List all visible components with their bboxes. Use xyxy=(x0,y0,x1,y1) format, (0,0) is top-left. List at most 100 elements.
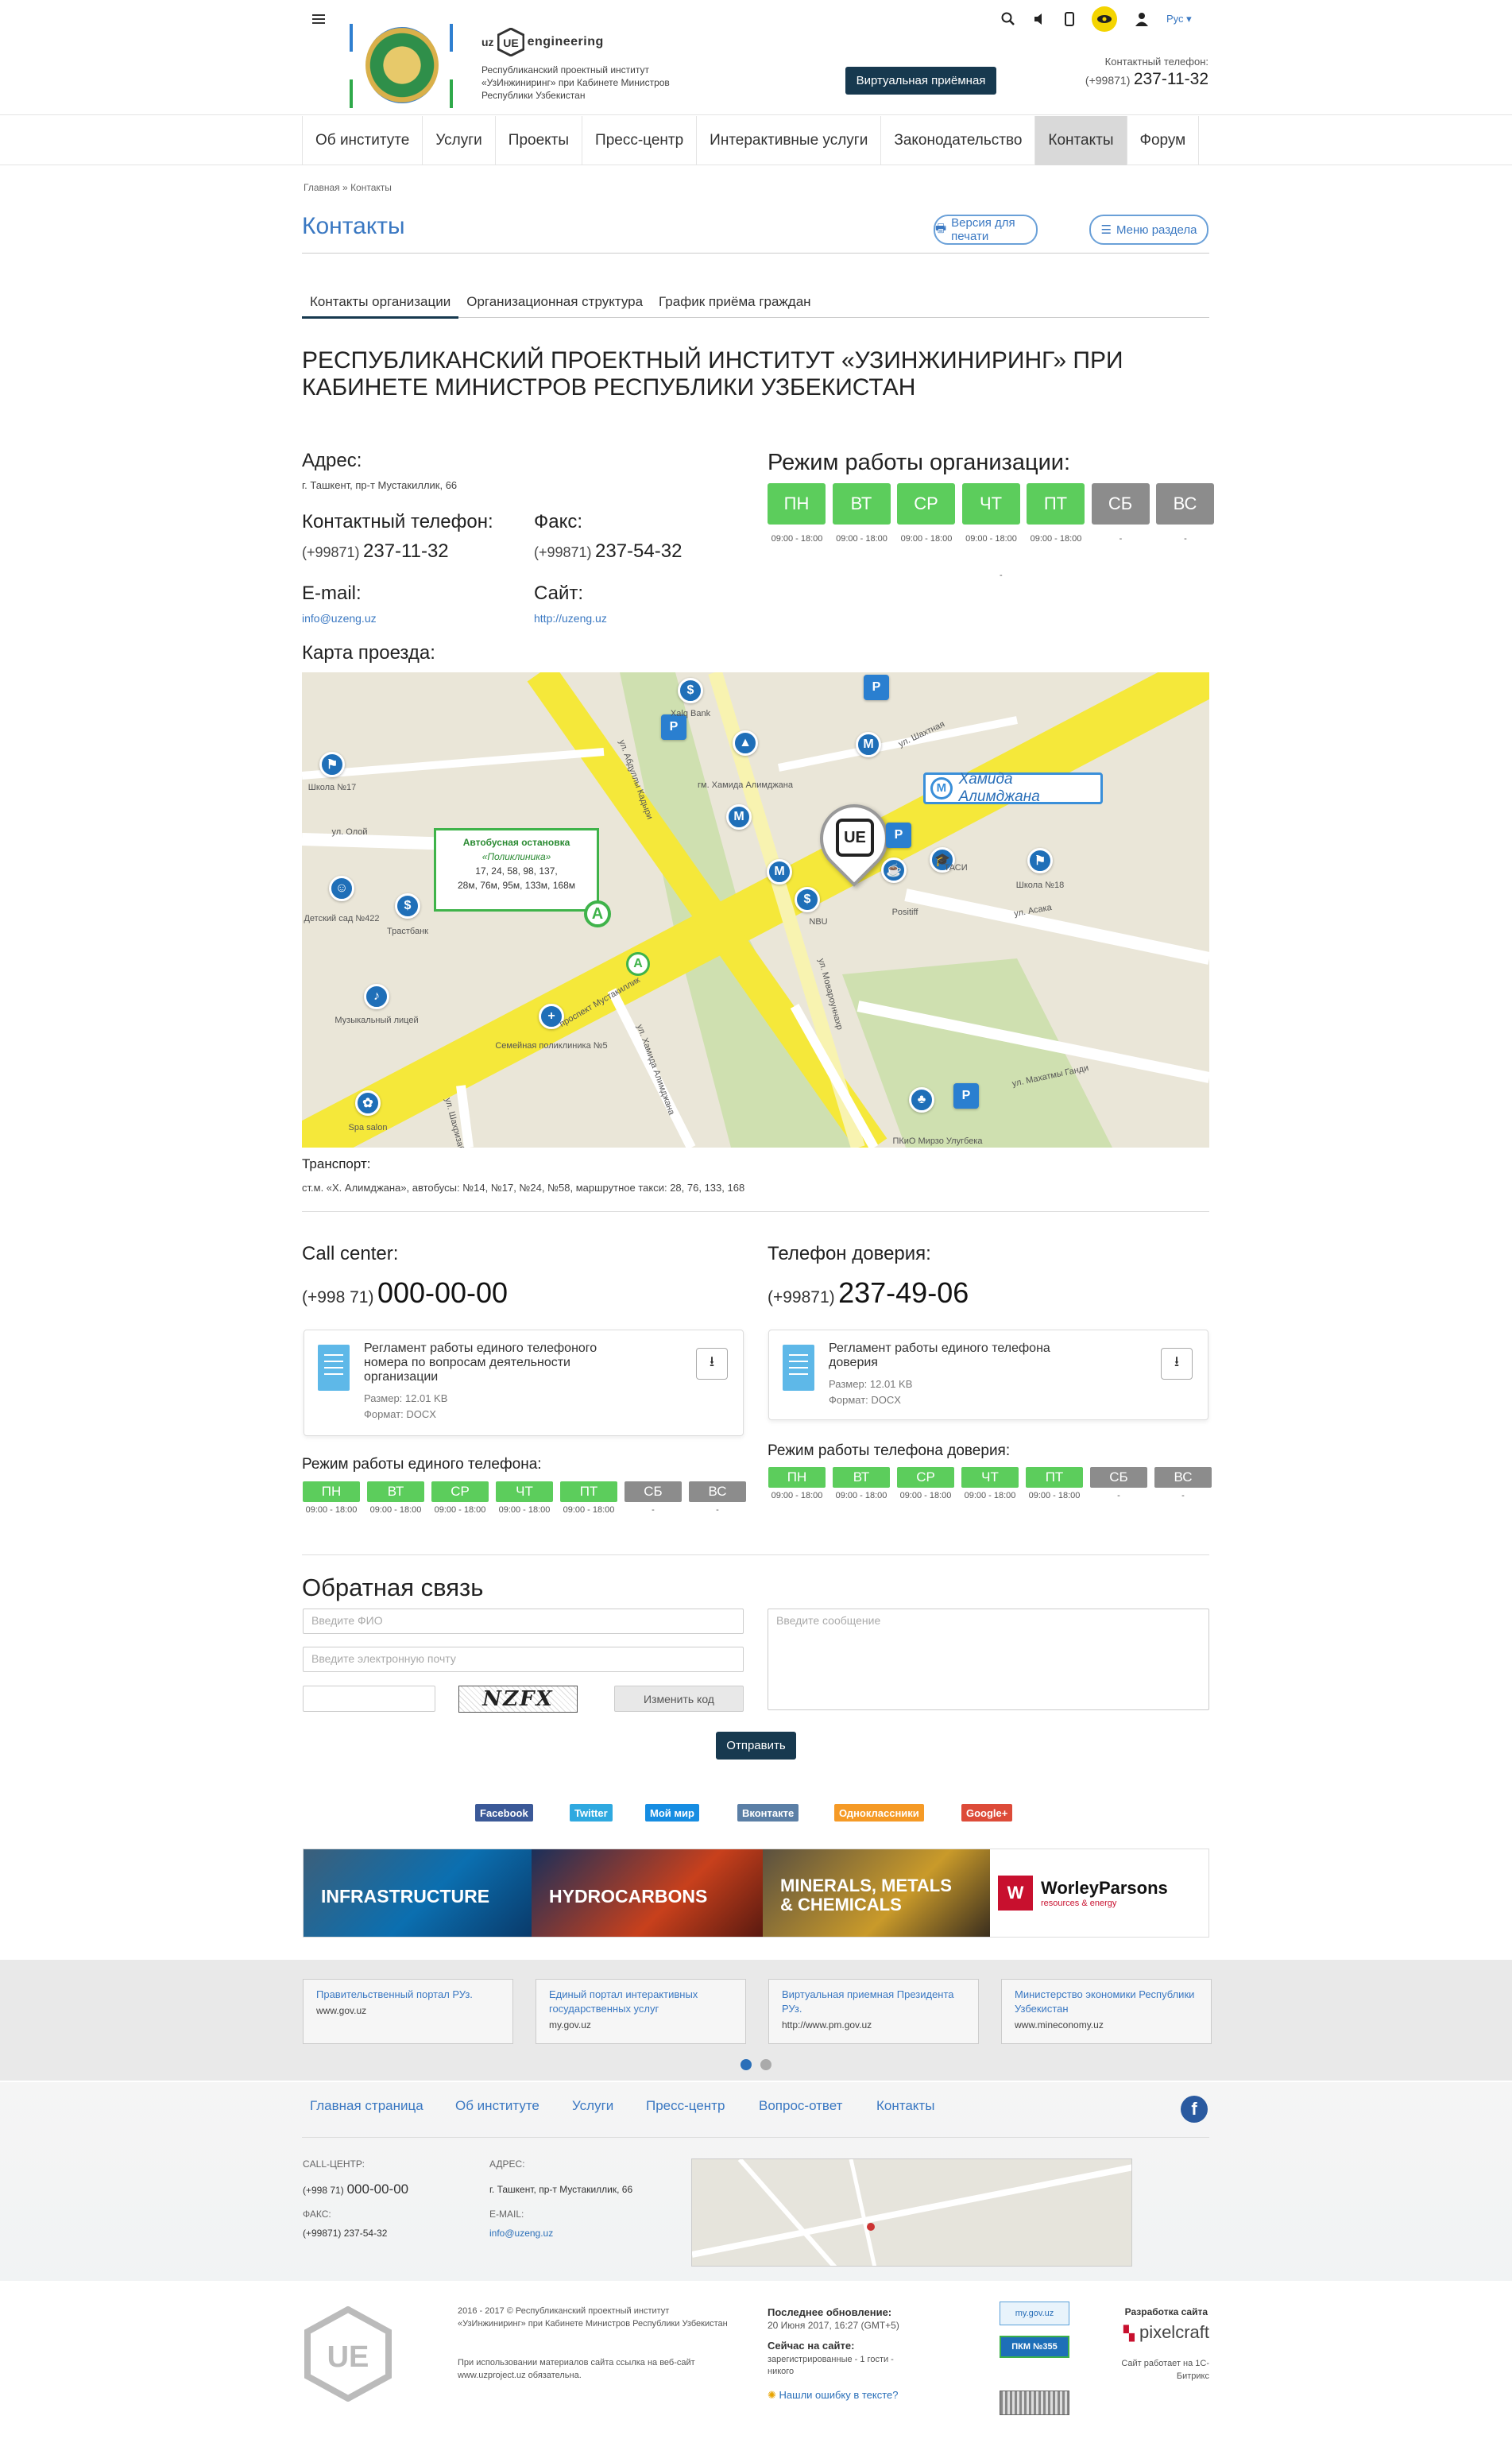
footer-call: (+998 71) 000-00-00 xyxy=(303,2182,409,2197)
submit-button[interactable]: Отправить xyxy=(716,1732,796,1760)
counter-badge[interactable] xyxy=(1000,2391,1069,2415)
nav-item[interactable]: Об институте xyxy=(303,116,423,165)
site-header: uz UE engineering Республиканский проект… xyxy=(0,0,1512,115)
transport-text: ст.м. «Х. Алимджана», автобусы: №14, №17… xyxy=(302,1182,745,1194)
ue-pin-logo-icon: UE xyxy=(836,819,874,857)
map-label: Карта проезда: xyxy=(302,642,435,664)
virtual-reception-button[interactable]: Виртуальная приёмная xyxy=(845,67,996,95)
nav-item[interactable]: Законодательство xyxy=(881,116,1036,165)
footer-link[interactable]: Пресс-центр xyxy=(646,2098,725,2114)
mobile-icon[interactable] xyxy=(1065,12,1074,26)
route-map[interactable]: Автобусная остановка «Поликлиника» 17, 2… xyxy=(302,672,1209,1148)
trust-doc-card[interactable]: Регламент работы единого телефона довери… xyxy=(768,1330,1208,1420)
nav-item[interactable]: Проекты xyxy=(496,116,583,165)
print-version-button[interactable]: 🖶 Версия для печати xyxy=(934,215,1038,245)
footer-link[interactable]: Главная страница xyxy=(310,2098,423,2114)
footer-email[interactable]: info@uzeng.uz xyxy=(489,2228,553,2239)
nav-item[interactable]: Услуги xyxy=(423,116,496,165)
site-link[interactable]: http://uzeng.uz xyxy=(534,612,607,625)
search-icon[interactable] xyxy=(1001,12,1015,26)
metro-icon: M xyxy=(726,804,752,830)
nav-item[interactable]: Контакты xyxy=(1035,116,1127,165)
day-badge: СБ xyxy=(1090,1467,1147,1488)
banner-minerals: MINERALS, METALS & CHEMICALS xyxy=(763,1849,990,1937)
pkm-badge[interactable]: ПКМ №355 xyxy=(1000,2336,1069,2358)
nav-item[interactable]: Интерактивные услуги xyxy=(697,116,882,165)
footer-link[interactable]: Вопрос-ответ xyxy=(759,2098,842,2114)
share-button[interactable]: Вконтакте xyxy=(737,1804,799,1822)
brand-logo[interactable]: uz UE engineering xyxy=(481,28,604,56)
breadcrumb-home[interactable]: Главная xyxy=(304,182,340,193)
share-button[interactable]: Twitter xyxy=(570,1804,613,1822)
typo-link[interactable]: ✺ Нашли ошибку в тексте? xyxy=(768,2389,899,2402)
emblem-logo[interactable] xyxy=(350,24,453,108)
hours-title: Режим работы организации: xyxy=(768,450,1071,475)
link-card[interactable]: Правительственный портал РУз. www.gov.uz xyxy=(303,1979,513,2044)
link-card[interactable]: Виртуальная приемная Президента РУз. http… xyxy=(768,1979,979,2044)
eye-icon[interactable] xyxy=(1092,6,1117,32)
email-link[interactable]: info@uzeng.uz xyxy=(302,612,377,625)
pixelcraft-logo[interactable]: ▚ pixelcraft xyxy=(1092,2322,1209,2343)
document-icon xyxy=(783,1345,814,1391)
download-icon[interactable]: ⭳ xyxy=(696,1348,728,1380)
change-code-button[interactable]: Изменить код xyxy=(614,1686,744,1712)
footer-address: г. Ташкент, пр-т Мустакиллик, 66 xyxy=(489,2184,633,2195)
day-badge: ВТ xyxy=(832,483,891,525)
feedback-title: Обратная связь xyxy=(302,1574,484,1601)
day-badge: ВС xyxy=(1154,1467,1212,1488)
cafe-icon: ☕ xyxy=(881,858,907,883)
footer-email-label: E-MAIL: xyxy=(489,2209,524,2220)
section-menu-button[interactable]: ☰ Меню раздела xyxy=(1089,215,1208,245)
footer-link[interactable]: Об институте xyxy=(455,2098,539,2114)
site-label: Сайт: xyxy=(534,583,584,604)
day-hours: 09:00 - 18:00 xyxy=(899,1491,952,1500)
link-card[interactable]: Единый портал интерактивных государствен… xyxy=(536,1979,746,2044)
day-hours: - xyxy=(1117,1491,1120,1500)
tab[interactable]: Организационная структура xyxy=(458,288,651,317)
address-label: Адрес: xyxy=(302,450,362,471)
trust-title: Телефон доверия: xyxy=(768,1243,931,1264)
parking-icon: P xyxy=(864,675,889,700)
print-icon: 🖶 xyxy=(935,221,947,235)
share-button[interactable]: Facebook xyxy=(475,1804,533,1822)
day-hours: 09:00 - 18:00 xyxy=(1028,1491,1081,1500)
partner-banner[interactable]: INFRASTRUCTURE HYDROCARBONS MINERALS, ME… xyxy=(303,1849,1209,1938)
user-icon[interactable] xyxy=(1135,12,1149,26)
footer-mini-map[interactable] xyxy=(691,2158,1132,2267)
sound-icon[interactable] xyxy=(1033,12,1047,26)
share-button[interactable]: Мой мир xyxy=(645,1804,699,1822)
facebook-icon[interactable]: f xyxy=(1181,2096,1208,2123)
day-hours: 09:00 - 18:00 xyxy=(836,534,887,544)
download-icon[interactable]: ⭳ xyxy=(1161,1348,1193,1380)
nav-item[interactable]: Пресс-центр xyxy=(582,116,698,165)
tab[interactable]: График приёма граждан xyxy=(651,288,819,317)
email-input[interactable]: Введите электронную почту xyxy=(303,1647,744,1672)
breadcrumb: Главная » Контакты xyxy=(304,182,392,193)
tab[interactable]: Контакты организации xyxy=(302,288,459,319)
share-button[interactable]: Google+ xyxy=(961,1804,1013,1822)
footer-link[interactable]: Контакты xyxy=(876,2098,934,2114)
share-button[interactable]: Одноклассники xyxy=(834,1804,924,1822)
menu-icon[interactable] xyxy=(312,14,325,24)
svg-text:UE: UE xyxy=(327,2340,369,2374)
divider xyxy=(302,1554,1209,1555)
lang-select[interactable]: Рус ▾ xyxy=(1166,13,1192,25)
bus-stop-icon: A xyxy=(584,900,611,927)
nav-item[interactable]: Форум xyxy=(1127,116,1200,165)
message-textarea[interactable]: Введите сообщение xyxy=(768,1609,1209,1710)
footer-ue-logo-icon[interactable]: UE xyxy=(304,2305,392,2402)
park-icon: ♣ xyxy=(909,1087,934,1113)
map-label: Семейная поликлиника №5 xyxy=(495,1041,608,1051)
day-badge: СБ xyxy=(625,1481,682,1502)
callcenter-doc-card[interactable]: Регламент работы единого телефоного номе… xyxy=(304,1330,744,1436)
footer-link[interactable]: Услуги xyxy=(572,2098,613,2114)
carousel-dot[interactable] xyxy=(760,2059,771,2070)
metro-icon: M xyxy=(856,732,881,757)
banner-worleyparsons: W WorleyParsons resources & energy xyxy=(990,1849,1208,1937)
captcha-input[interactable] xyxy=(303,1686,435,1712)
carousel-dot-active[interactable] xyxy=(741,2059,752,2070)
name-input[interactable]: Введите ФИО xyxy=(303,1609,744,1634)
link-card[interactable]: Министерство экономики Республики Узбеки… xyxy=(1001,1979,1212,2044)
updated-value: 20 Июня 2017, 16:27 (GMT+5) xyxy=(768,2320,899,2331)
mygov-badge[interactable]: my.gov.uz xyxy=(1000,2302,1069,2325)
